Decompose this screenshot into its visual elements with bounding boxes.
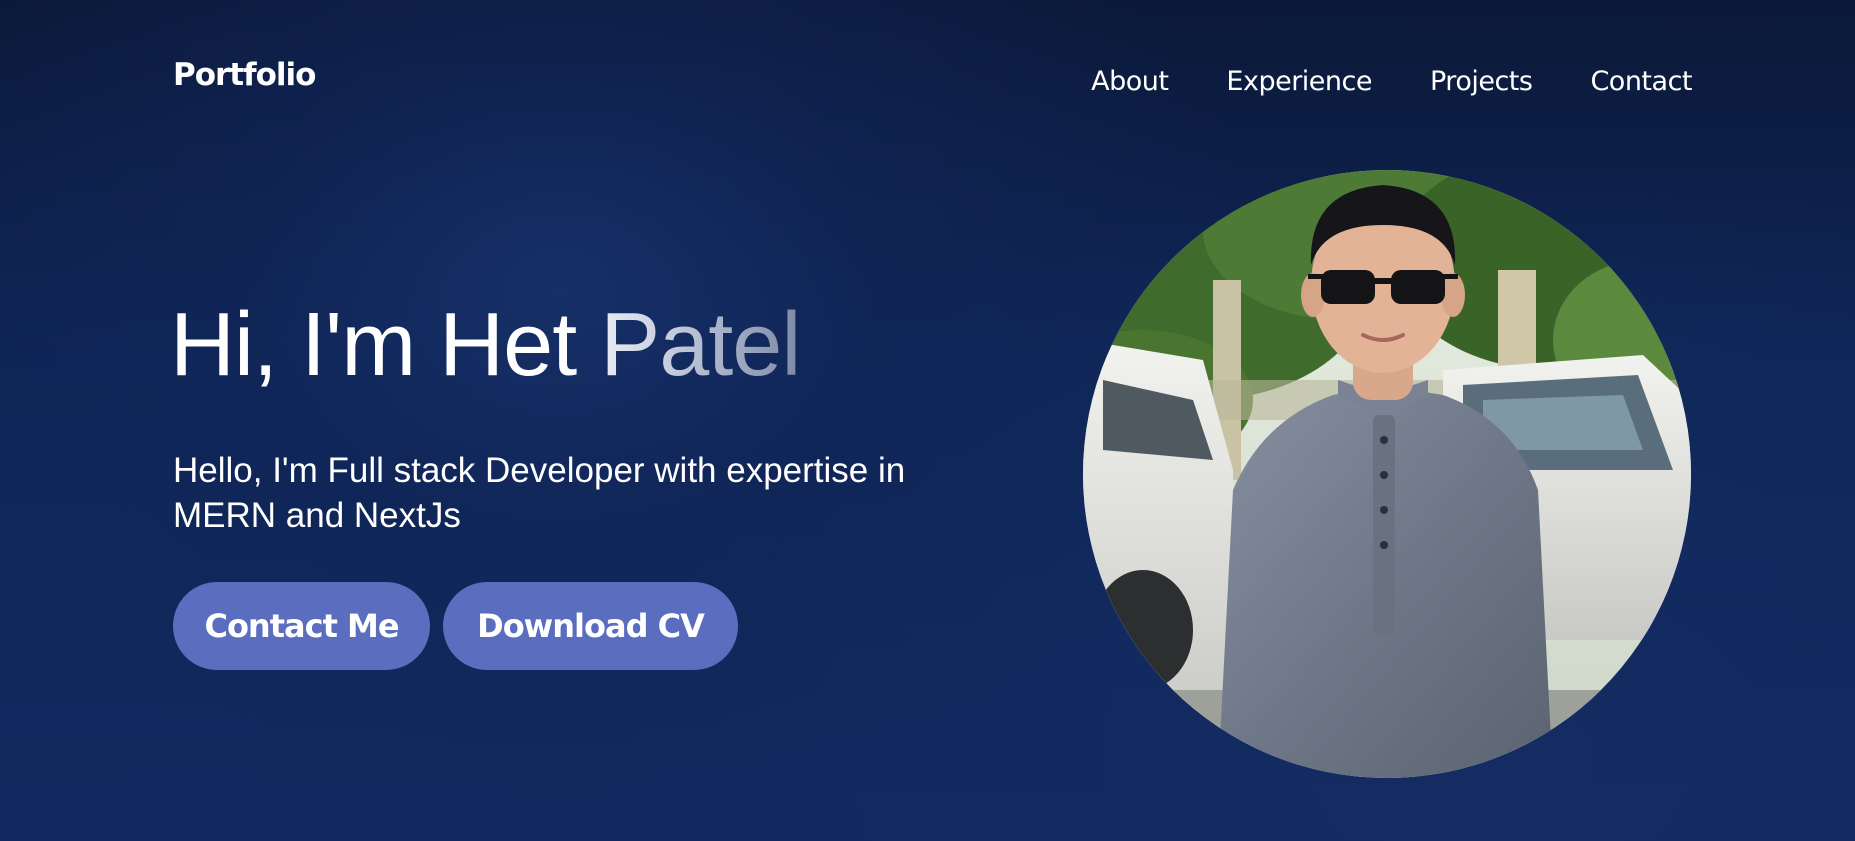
profile-photo: [1083, 170, 1691, 778]
hero-subtitle: Hello, I'm Full stack Developer with exp…: [173, 451, 906, 535]
contact-me-button[interactable]: Contact Me: [173, 582, 430, 670]
profile-photo-illustration: [1083, 170, 1691, 778]
hero-title: Hi, I'm Het Patel: [170, 295, 801, 395]
nav-link-contact[interactable]: Contact: [1590, 68, 1692, 95]
nav-link-about[interactable]: About: [1091, 68, 1169, 95]
nav-link-experience[interactable]: Experience: [1226, 68, 1372, 95]
nav-link-projects[interactable]: Projects: [1430, 68, 1533, 95]
download-cv-button[interactable]: Download CV: [443, 582, 738, 670]
main-nav: About Experience Projects Contact: [1033, 68, 1692, 95]
brand-logo[interactable]: Portfolio: [173, 60, 316, 91]
hero-actions: Contact Me Download CV: [173, 582, 738, 670]
